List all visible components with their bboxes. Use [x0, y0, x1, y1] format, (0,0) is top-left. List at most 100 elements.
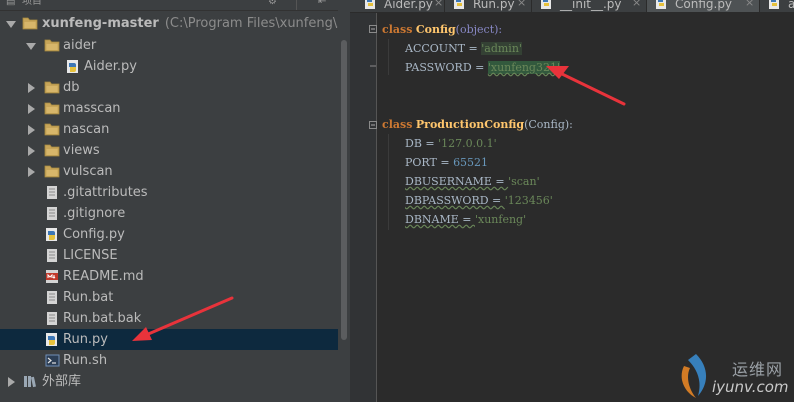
code-line-dbpassword[interactable]: DBPASSWORD = '123456' [405, 191, 553, 210]
close-icon[interactable]: × [745, 0, 754, 9]
class-base: (object): [455, 23, 503, 36]
chevron-right-icon[interactable] [26, 146, 36, 156]
markdown-file-icon [44, 269, 60, 284]
text-file-icon [44, 248, 60, 263]
dbpassword-value: '123456' [504, 194, 553, 207]
tree-item-label: vulscan [63, 164, 113, 179]
code-line-account[interactable]: ACCOUNT = 'admin' [405, 39, 522, 58]
tree-item-run-sh[interactable]: Run.sh [0, 350, 350, 371]
tab-label: Aider.py [384, 0, 433, 11]
tree-item-aider[interactable]: aider [0, 35, 350, 56]
db-key: DB = [405, 137, 439, 150]
tree-item-vulscan[interactable]: vulscan [0, 161, 350, 182]
tree-item-aider-py[interactable]: Aider.py [0, 56, 350, 77]
root-path: (C:\Program Files\xunfeng\xunfeng- [164, 16, 350, 31]
header-divider [296, 0, 297, 10]
tree-item-run-bat-bak[interactable]: Run.bat.bak [0, 308, 350, 329]
project-panel: ▤ 项目 ⚙ ⇤ xunfeng-master (C:\Program Files… [0, 0, 350, 402]
tab-init-py[interactable]: __init__.py × [532, 0, 647, 12]
chevron-right-icon[interactable] [6, 377, 16, 387]
code-editor[interactable]: class Config(object): ACCOUNT = 'admin' … [350, 13, 794, 402]
class-base: (Config): [524, 118, 573, 131]
python-file-icon [364, 0, 378, 11]
tree-item-label: Config.py [63, 227, 125, 242]
tree-item-run-py[interactable]: Run.py [0, 329, 350, 350]
python-file-icon [65, 59, 81, 74]
tab-config-py[interactable]: Config.py × [647, 0, 760, 12]
tree-item-label: Run.bat.bak [63, 311, 142, 326]
tree-item-license[interactable]: LICENSE [0, 245, 350, 266]
tab-aider-py[interactable]: Aider.py × [356, 0, 445, 12]
chevron-right-icon[interactable] [26, 125, 36, 135]
tree-root-label: xunfeng-master (C:\Program Files\xunfeng\… [42, 13, 350, 34]
tree-item-db[interactable]: db [0, 77, 350, 98]
tab-label: ap [788, 0, 794, 10]
port-value: 65521 [453, 156, 489, 169]
chevron-down-icon[interactable] [26, 41, 36, 51]
tree-item-label: nascan [63, 122, 110, 137]
tree-item-run-bat[interactable]: Run.bat [0, 287, 350, 308]
chevron-down-icon[interactable] [6, 19, 16, 29]
tree-item-label: db [63, 80, 80, 95]
code-line-db[interactable]: DB = '127.0.0.1' [405, 134, 497, 153]
port-key: PORT = [405, 156, 454, 169]
root-name: xunfeng-master [42, 16, 159, 31]
account-key: ACCOUNT = [405, 42, 482, 55]
hide-panel-icon[interactable]: ⇤ [318, 0, 326, 7]
tree-item-label: 外部库 [42, 374, 82, 389]
tree-item-masscan[interactable]: masscan [0, 98, 350, 119]
tree-item-gitignore[interactable]: .gitignore [0, 203, 350, 224]
folder-icon [44, 164, 60, 179]
code-line-class-config[interactable]: class Config(object): [382, 20, 502, 39]
tree-item-label: Run.bat [63, 290, 114, 305]
project-scrollbar-thumb[interactable] [341, 40, 347, 340]
code-line-port[interactable]: PORT = 65521 [405, 153, 488, 172]
tree-item-external-libraries[interactable]: 外部库 [0, 371, 350, 392]
tab-label: Config.py [675, 0, 733, 11]
watermark-top-text: 运维网 [732, 360, 784, 379]
watermark-logo-icon [681, 354, 707, 398]
tree-item-views[interactable]: views [0, 140, 350, 161]
close-icon[interactable]: × [632, 0, 641, 9]
fold-end-icon[interactable] [369, 65, 377, 73]
close-icon[interactable]: × [434, 0, 443, 9]
python-file-icon [655, 0, 669, 11]
gear-icon[interactable]: ⚙ [268, 0, 277, 7]
tab-label: __init__.py [560, 0, 622, 11]
python-file-icon [44, 227, 60, 242]
tree-item-label: Aider.py [84, 59, 137, 74]
library-icon [22, 374, 38, 389]
chevron-right-icon[interactable] [26, 167, 36, 177]
class-name: ProductionConfig [415, 118, 525, 131]
code-line-dbusername[interactable]: DBUSERNAME = 'scan' [405, 172, 540, 191]
tree-item-label: masscan [63, 101, 121, 116]
code-line-password[interactable]: PASSWORD = 'xunfeng321' [405, 58, 560, 77]
tree-item-nascan[interactable]: nascan [0, 119, 350, 140]
dbname-value: 'xunfeng' [474, 213, 527, 226]
folder-icon [44, 143, 60, 158]
fold-collapse-icon[interactable] [369, 25, 377, 33]
close-icon[interactable]: × [517, 0, 526, 9]
code-line-class-productionconfig[interactable]: class ProductionConfig(Config): [382, 115, 573, 134]
python-file-icon [540, 0, 554, 11]
tab-run-py[interactable]: Run.py × [445, 0, 532, 12]
tree-item-label: README.md [63, 269, 144, 284]
indent-guide [388, 39, 389, 75]
chevron-right-icon[interactable] [26, 83, 36, 93]
tree-item-gitattributes[interactable]: .gitattributes [0, 182, 350, 203]
tree-root-xunfeng-master[interactable]: xunfeng-master (C:\Program Files\xunfeng\… [0, 13, 350, 34]
text-file-icon [44, 185, 60, 200]
code-line-dbname[interactable]: DBNAME = 'xunfeng' [405, 210, 526, 229]
tree-item-label: Run.py [63, 332, 109, 347]
chevron-right-icon[interactable] [26, 104, 36, 114]
password-key: PASSWORD = [405, 61, 488, 74]
project-panel-title[interactable]: 项目 [22, 0, 42, 7]
tree-item-readme[interactable]: README.md [0, 266, 350, 287]
watermark-bottom-text: iyunv.com [712, 378, 789, 396]
keyword-class: class [382, 23, 413, 36]
python-file-icon [768, 0, 782, 11]
tab-app-py[interactable]: ap [760, 0, 794, 12]
fold-collapse-icon[interactable] [369, 121, 377, 129]
class-name: Config [415, 23, 456, 36]
tree-item-config-py[interactable]: Config.py [0, 224, 350, 245]
